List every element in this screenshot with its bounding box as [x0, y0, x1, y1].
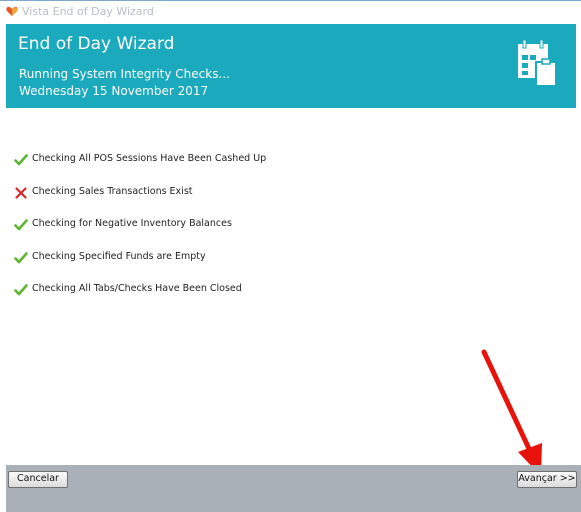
- wizard-header: End of Day Wizard Running System Integri…: [6, 24, 576, 108]
- check-item: Checking Specified Funds are Empty: [14, 248, 434, 281]
- calendar-clipboard-icon: [518, 39, 557, 87]
- integrity-check-list: Checking All POS Sessions Have Been Cash…: [14, 150, 434, 313]
- wizard-subtitle: Running System Integrity Checks... Wedne…: [19, 66, 230, 100]
- check-label: Checking Specified Funds are Empty: [32, 250, 206, 262]
- cancel-button[interactable]: Cancelar: [8, 471, 68, 488]
- next-button[interactable]: Avançar >>: [517, 471, 577, 488]
- subtitle-status: Running System Integrity Checks...: [19, 67, 230, 81]
- subtitle-date: Wednesday 15 November 2017: [19, 84, 209, 98]
- wizard-title: End of Day Wizard: [18, 34, 175, 54]
- checkmark-icon: [14, 154, 28, 166]
- check-label: Checking All Tabs/Checks Have Been Close…: [32, 283, 242, 294]
- checkmark-icon: [14, 284, 28, 296]
- check-item: Checking All POS Sessions Have Been Cash…: [14, 150, 434, 183]
- check-item: Checking for Negative Inventory Balances: [14, 215, 434, 248]
- check-item: Checking Sales Transactions Exist: [14, 183, 434, 216]
- wizard-footer: Cancelar Avançar >>: [6, 465, 581, 512]
- check-item: Checking All Tabs/Checks Have Been Close…: [14, 280, 434, 313]
- window-titlebar: Vista End of Day Wizard: [0, 0, 581, 22]
- cross-icon: [15, 186, 27, 199]
- checkmark-icon: [14, 251, 28, 263]
- check-label: Checking for Negative Inventory Balances: [32, 218, 232, 229]
- check-label: Checking All POS Sessions Have Been Cash…: [32, 153, 267, 164]
- window-title: Vista End of Day Wizard: [22, 5, 154, 18]
- check-label: Checking Sales Transactions Exist: [32, 185, 193, 197]
- checkmark-icon: [14, 219, 28, 231]
- vista-heart-icon: [6, 6, 18, 16]
